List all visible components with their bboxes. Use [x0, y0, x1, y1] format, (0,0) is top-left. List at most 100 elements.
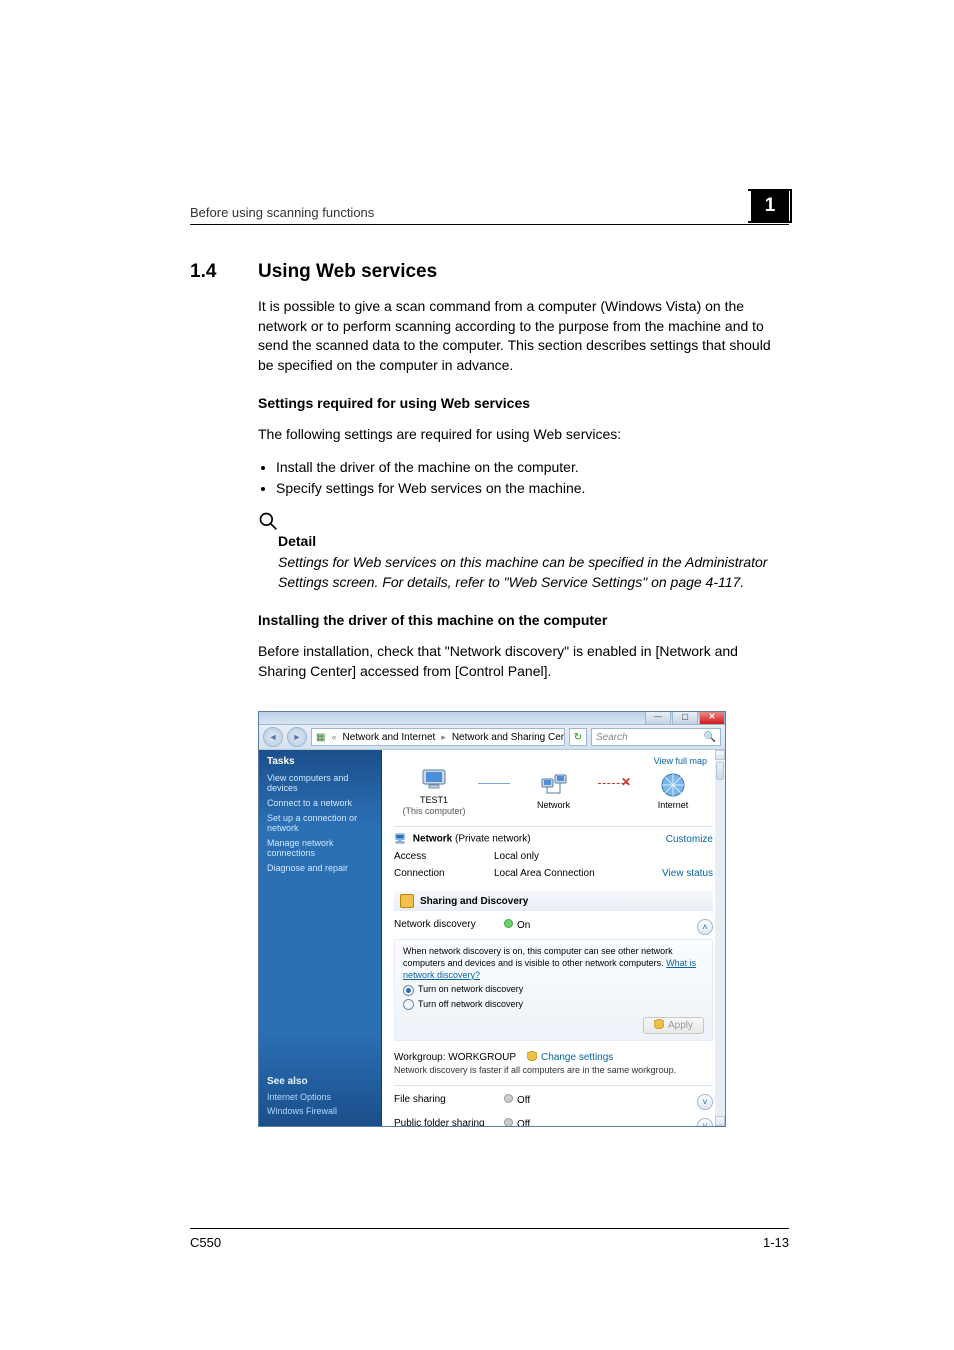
search-icon: 🔍: [704, 732, 716, 743]
task-connect-network[interactable]: Connect to a network: [267, 798, 373, 808]
network-discovery-label: Network discovery: [394, 919, 504, 930]
address-bar: ◄ ► ▦ « Network and Internet ▸ Network a…: [259, 725, 725, 750]
expand-file-sharing-button[interactable]: ˅: [697, 1094, 713, 1110]
breadcrumb-level1[interactable]: Network and Internet: [342, 732, 435, 743]
footer-page: 1-13: [763, 1235, 789, 1250]
breadcrumb-sep: «: [331, 732, 336, 742]
radio-turn-on[interactable]: Turn on network discovery: [403, 984, 704, 996]
network-map: TEST1 (This computer) Network: [394, 766, 713, 816]
network-discovery-row: Network discovery On ˄: [394, 919, 713, 935]
sharing-header-label: Sharing and Discovery: [420, 896, 528, 907]
apply-button[interactable]: Apply: [643, 1017, 704, 1034]
file-sharing-status: Off: [517, 1095, 530, 1106]
radio-on-label: Turn on network discovery: [418, 984, 523, 996]
network-section-header: 🖥 Network (Private network) Customize: [394, 833, 713, 845]
title-bar: — ▢ ✕: [259, 712, 725, 725]
settings-bullets: Install the driver of the machine on the…: [258, 457, 789, 499]
network-label: Network: [413, 834, 452, 845]
tasks-title: Tasks: [267, 756, 373, 767]
public-folder-status: Off: [517, 1119, 530, 1127]
access-value: Local only: [494, 851, 713, 862]
view-status-link[interactable]: View status: [662, 868, 713, 879]
connection-row: Connection Local Area Connection View st…: [394, 868, 713, 879]
search-field[interactable]: Search 🔍: [591, 728, 721, 746]
radio-off-icon[interactable]: [403, 999, 414, 1010]
map-connector-1: [478, 783, 510, 784]
status-dot-off-icon-2: [504, 1118, 513, 1127]
scrollbar-thumb[interactable]: [716, 762, 724, 780]
change-settings-link[interactable]: Change settings: [541, 1052, 613, 1063]
task-view-computers[interactable]: View computers and devices: [267, 773, 373, 793]
task-manage-connections[interactable]: Manage network connections: [267, 838, 373, 858]
settings-lead: The following settings are required for …: [258, 425, 789, 445]
pc-name: TEST1: [420, 796, 448, 806]
control-panel-icon: ▦: [316, 732, 325, 743]
see-also-internet-options[interactable]: Internet Options: [267, 1092, 373, 1102]
network-discovery-disclosure: When network discovery is on, this compu…: [394, 939, 713, 1040]
scrollbar[interactable]: [715, 750, 725, 1126]
workgroup-row: Workgroup: WORKGROUP Change settings: [394, 1051, 713, 1063]
search-placeholder: Search: [596, 732, 628, 743]
tasks-panel: Tasks View computers and devices Connect…: [259, 750, 382, 1126]
map-node-computer: TEST1 (This computer): [394, 766, 474, 816]
disc-text: When network discovery is on, this compu…: [403, 946, 673, 968]
section-heading: 1.4 Using Web services: [190, 261, 789, 283]
sharing-discovery-header: Sharing and Discovery: [394, 891, 713, 911]
file-sharing-label: File sharing: [394, 1094, 504, 1105]
page-footer: C550 1-13: [190, 1228, 789, 1250]
radio-on-icon[interactable]: [403, 985, 414, 996]
pc-sublabel: (This computer): [402, 806, 465, 816]
content-panel: View full map TEST1 (This computer): [382, 750, 725, 1126]
nav-back-button[interactable]: ◄: [263, 727, 283, 747]
section-title: Using Web services: [258, 261, 437, 283]
access-key: Access: [394, 851, 494, 862]
chapter-tab: 1: [751, 192, 789, 220]
expand-public-folder-button[interactable]: ˅: [697, 1118, 713, 1127]
shield-icon: [654, 1019, 664, 1029]
minimize-button[interactable]: —: [645, 712, 671, 725]
task-diagnose-repair[interactable]: Diagnose and repair: [267, 863, 373, 873]
see-also-windows-firewall[interactable]: Windows Firewall: [267, 1106, 373, 1116]
access-row: Access Local only: [394, 851, 713, 862]
section-number: 1.4: [190, 261, 230, 283]
collapse-button[interactable]: ˄: [697, 919, 713, 935]
customize-link[interactable]: Customize: [666, 834, 713, 845]
divider-1: [394, 826, 713, 827]
install-lead: Before installation, check that "Network…: [258, 642, 789, 681]
bullet-specify-settings: Specify settings for Web services on the…: [276, 478, 789, 499]
refresh-button[interactable]: ↻: [569, 728, 587, 746]
apply-label: Apply: [668, 1020, 693, 1031]
globe-icon: [659, 771, 687, 799]
status-dot-on-icon: [504, 919, 513, 928]
network-node-icon: [540, 771, 568, 799]
internet-name: Internet: [658, 801, 689, 811]
public-folder-sharing-row: Public folder sharing Off ˅: [394, 1118, 713, 1127]
detail-block: Detail Settings for Web services on this…: [258, 511, 789, 592]
nav-forward-button[interactable]: ►: [287, 727, 307, 747]
vista-window: — ▢ ✕ ◄ ► ▦ « Network and Internet ▸ Net…: [258, 711, 726, 1127]
close-button[interactable]: ✕: [699, 712, 725, 725]
bullet-install-driver: Install the driver of the machine on the…: [276, 457, 789, 478]
view-full-map-link[interactable]: View full map: [654, 756, 707, 766]
section-intro: It is possible to give a scan command fr…: [258, 297, 789, 375]
maximize-button[interactable]: ▢: [672, 712, 698, 725]
task-setup-connection[interactable]: Set up a connection or network: [267, 813, 373, 833]
radio-turn-off[interactable]: Turn off network discovery: [403, 999, 704, 1011]
magnifier-icon: [258, 511, 278, 531]
shield-icon-2: [527, 1051, 537, 1061]
breadcrumb-level2[interactable]: Network and Sharing Center: [452, 732, 565, 743]
status-dot-off-icon: [504, 1094, 513, 1103]
network-type: (Private network): [455, 834, 531, 845]
connection-key: Connection: [394, 868, 494, 879]
folder-sharing-icon: [400, 894, 414, 908]
radio-off-label: Turn off network discovery: [418, 999, 523, 1011]
running-header: Before using scanning functions 1: [190, 200, 789, 225]
map-node-network: Network: [514, 771, 594, 811]
subhead-settings-required: Settings required for using Web services: [258, 395, 789, 411]
map-node-internet: Internet: [633, 771, 713, 811]
network-small-icon: 🖥: [394, 833, 406, 845]
breadcrumb-bar[interactable]: ▦ « Network and Internet ▸ Network and S…: [311, 728, 565, 746]
footer-model: C550: [190, 1235, 221, 1250]
network-discovery-status: On: [517, 920, 530, 931]
computer-icon: [420, 766, 448, 794]
